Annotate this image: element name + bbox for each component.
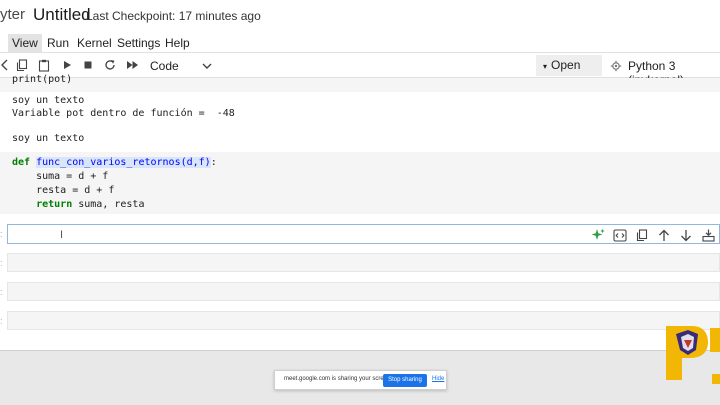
copy-icon[interactable]	[15, 58, 29, 72]
share-status-text: meet.google.com is sharing your screen.	[284, 376, 393, 382]
gutter-marker: :	[0, 316, 3, 326]
move-down-icon[interactable]	[679, 228, 693, 242]
code-colon: :	[210, 157, 217, 168]
stop-icon[interactable]	[81, 58, 95, 72]
active-code-cell[interactable]: I	[7, 224, 720, 244]
gutter-marker: :	[0, 229, 3, 239]
menu-bar: View Run Kernel Settings Help	[0, 31, 720, 53]
gutter-marker: :	[0, 258, 3, 268]
caret-down-icon: ▾	[543, 62, 548, 71]
menu-run[interactable]: Run	[43, 34, 73, 52]
title-bar: yter Untitled Last Checkpoint: 17 minute…	[0, 0, 720, 31]
function-signature: func_con_varios_retornos(d,f)	[36, 157, 211, 168]
channel-logo	[662, 322, 720, 384]
return-values: suma, resta	[72, 199, 145, 210]
move-up-icon[interactable]	[657, 228, 671, 242]
empty-code-cell[interactable]	[7, 282, 720, 301]
output-line: Variable pot dentro de función = -48	[12, 108, 235, 119]
hide-link[interactable]: Hide	[432, 376, 444, 382]
code-line: resta = d + f	[12, 185, 115, 196]
code-line: def func_con_varios_retornos(d,f):	[12, 157, 217, 168]
code-icon[interactable]	[613, 228, 627, 242]
menu-settings[interactable]: Settings	[113, 34, 164, 52]
code-line: suma = d + f	[12, 171, 109, 182]
checkpoint-status: Last Checkpoint: 17 minutes ago	[86, 9, 261, 23]
fast-forward-icon[interactable]	[125, 58, 139, 72]
chevron-down-icon[interactable]	[200, 59, 214, 73]
code-cell[interactable]: def func_con_varios_retornos(d,f): suma …	[0, 152, 720, 214]
cell-type-select[interactable]: Code	[150, 59, 179, 73]
empty-code-cell[interactable]	[7, 253, 720, 272]
menu-help[interactable]: Help	[161, 34, 194, 52]
run-icon[interactable]	[60, 58, 74, 72]
gutter-marker: :	[0, 287, 3, 297]
code-line: return suma, resta	[12, 199, 144, 210]
empty-code-cell[interactable]	[7, 311, 720, 330]
partial-code-line: print(pot)	[12, 74, 73, 85]
stop-sharing-button[interactable]: Stop sharing	[383, 374, 427, 387]
output-line: soy un texto	[12, 95, 85, 106]
output-line: soy un texto	[12, 133, 85, 144]
paste-icon[interactable]	[37, 58, 51, 72]
keyword-def: def	[12, 157, 31, 168]
app-brand[interactable]: yter	[0, 6, 25, 23]
duplicate-icon[interactable]	[635, 228, 649, 242]
menu-view[interactable]: View	[8, 34, 42, 52]
restart-icon[interactable]	[103, 58, 117, 72]
sparkle-icon[interactable]	[591, 228, 605, 242]
notebook-title[interactable]: Untitled	[33, 5, 91, 25]
menu-kernel[interactable]: Kernel	[73, 34, 116, 52]
notebook-toolbar: Code ▾Open in... Python 3 (ipykernel)	[0, 54, 720, 94]
chevron-left-icon[interactable]	[0, 58, 12, 72]
notebook-panel: print(pot) soy un texto Variable pot den…	[0, 74, 720, 350]
cell-output: soy un texto Variable pot dentro de func…	[0, 92, 720, 148]
text-cursor-icon: I	[60, 229, 64, 241]
open-in-button[interactable]: ▾Open in...	[536, 55, 602, 94]
partial-code-cell[interactable]: print(pot)	[0, 74, 720, 92]
screen-share-bar: meet.google.com is sharing your screen. …	[274, 370, 447, 390]
kernel-status-icon	[609, 59, 623, 73]
insert-below-icon[interactable]	[701, 228, 715, 242]
keyword-return: return	[36, 199, 73, 210]
cell-actions-toolbar	[591, 227, 715, 243]
